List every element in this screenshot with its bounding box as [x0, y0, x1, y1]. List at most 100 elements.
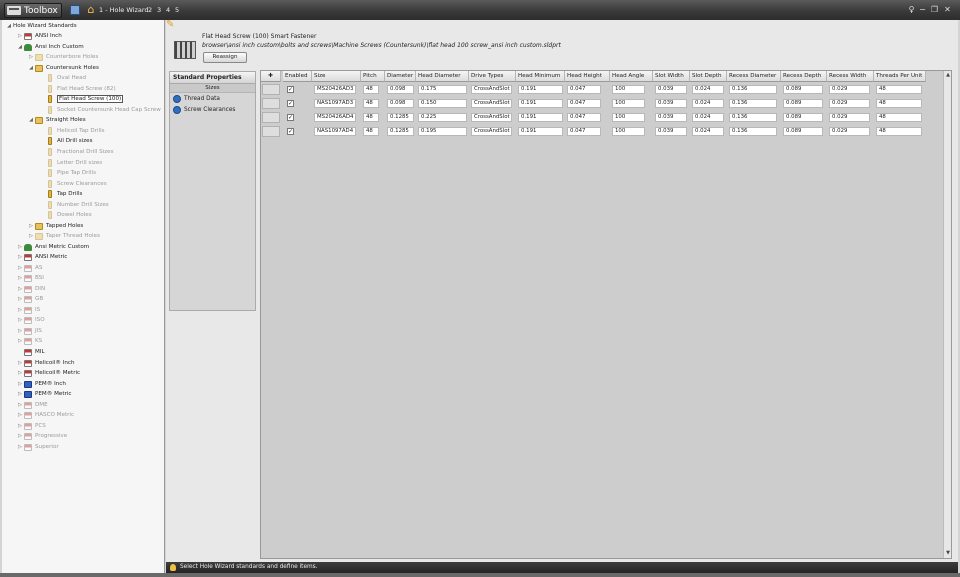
table-cell[interactable]: 100 — [612, 99, 645, 108]
table-cell[interactable]: 0.150 — [418, 99, 467, 108]
row-header[interactable] — [262, 112, 280, 123]
row-header[interactable] — [262, 98, 280, 109]
table-cell[interactable]: 0.191 — [518, 113, 563, 122]
table-cell[interactable]: 0.024 — [692, 113, 724, 122]
table-cell[interactable]: CrossAndSlot — [471, 113, 512, 122]
home-icon[interactable]: ⌂ — [85, 4, 97, 16]
enabled-checkbox[interactable]: ✓ — [287, 114, 294, 121]
collapse-arrow-icon[interactable]: ▷ — [28, 54, 34, 60]
table-cell[interactable]: 0.089 — [783, 113, 823, 122]
tree-item[interactable]: ▷ PEM® Metric — [17, 389, 72, 399]
tree-item[interactable]: Oval Head — [39, 73, 86, 83]
tree-item[interactable]: ◢ Ansi Inch Custom — [17, 42, 84, 52]
pin-icon[interactable]: ♀ — [907, 5, 916, 14]
tree-item[interactable]: ◢ Straight Holes — [28, 115, 86, 125]
table-cell[interactable]: CrossAndSlot — [471, 99, 512, 108]
tree-item[interactable]: ▷ AS — [17, 263, 42, 273]
scroll-down-icon[interactable]: ▼ — [945, 550, 951, 556]
expand-arrow-icon[interactable]: ◢ — [6, 23, 12, 29]
table-cell[interactable]: 0.024 — [692, 127, 724, 136]
vertical-scrollbar[interactable]: ▲ ▼ — [943, 71, 951, 558]
restore-icon[interactable]: ❐ — [930, 5, 939, 14]
save-icon[interactable] — [70, 5, 80, 15]
tree-item[interactable]: ▷ KS — [17, 336, 42, 346]
tree-item[interactable]: ▷ ANSI Inch — [17, 31, 62, 41]
table-cell[interactable]: 0.047 — [567, 99, 601, 108]
collapse-arrow-icon[interactable]: ▷ — [17, 370, 23, 376]
tree-item[interactable]: ▷ ISO — [17, 315, 45, 325]
table-cell[interactable]: 0.136 — [729, 85, 777, 94]
expand-arrow-icon[interactable]: ◢ — [28, 117, 34, 123]
collapse-arrow-icon[interactable]: ▷ — [17, 391, 23, 397]
breadcrumb-5[interactable]: 5 — [175, 6, 179, 14]
collapse-arrow-icon[interactable]: ▷ — [17, 381, 23, 387]
table-cell[interactable]: 0.175 — [418, 85, 467, 94]
table-cell[interactable]: 0.191 — [518, 99, 563, 108]
collapse-arrow-icon[interactable]: ▷ — [17, 275, 23, 281]
collapse-arrow-icon[interactable]: ▷ — [17, 265, 23, 271]
table-cell[interactable]: 0.089 — [783, 99, 823, 108]
collapse-arrow-icon[interactable]: ▷ — [17, 33, 23, 39]
tree-item[interactable]: ▷ ANSI Metric — [17, 252, 67, 262]
table-cell[interactable]: 0.029 — [829, 99, 870, 108]
tree-item[interactable]: ▷ PCS — [17, 421, 46, 431]
collapse-arrow-icon[interactable]: ▷ — [28, 223, 34, 229]
tree-item[interactable]: ▷ IS — [17, 305, 40, 315]
collapse-arrow-icon[interactable]: ▷ — [17, 254, 23, 260]
column-header[interactable]: Drive Types — [469, 71, 516, 82]
table-cell[interactable]: 0.047 — [567, 85, 601, 94]
tree-item[interactable]: ▷ Helicoil® Metric — [17, 368, 80, 378]
enabled-checkbox[interactable]: ✓ — [287, 128, 294, 135]
column-header[interactable]: Head Diameter — [416, 71, 469, 82]
row-header[interactable] — [262, 126, 280, 137]
tree-item[interactable]: Tap Drills — [39, 189, 82, 199]
table-cell[interactable]: 0.1285 — [387, 127, 414, 136]
tab-thread-data[interactable]: Thread Data — [170, 93, 255, 104]
tree-item[interactable]: Flat Head Screw (82) — [39, 84, 116, 94]
table-cell[interactable]: 48 — [363, 85, 379, 94]
table-cell[interactable]: 0.136 — [729, 127, 777, 136]
table-cell[interactable]: 48 — [363, 127, 379, 136]
tree-item[interactable]: ▷ Helicoil® Inch — [17, 358, 75, 368]
column-header[interactable]: Head Height — [565, 71, 610, 82]
tree-item[interactable]: All Drill sizes — [39, 136, 93, 146]
tree-item[interactable]: Helicoil Tap Drills — [39, 126, 105, 136]
table-cell[interactable]: 100 — [612, 127, 645, 136]
tree-item[interactable]: Flat Head Screw (100) — [39, 94, 124, 104]
tree-item[interactable]: ▷ Superior — [17, 442, 59, 452]
table-cell[interactable]: 48 — [876, 113, 922, 122]
tree-item[interactable]: Socket Countersunk Head Cap Screw — [39, 105, 161, 115]
table-cell[interactable]: 0.039 — [655, 113, 687, 122]
table-cell[interactable]: NAS1097AD4 — [314, 127, 356, 136]
table-cell[interactable]: 0.089 — [783, 127, 823, 136]
table-cell[interactable]: 0.039 — [655, 99, 687, 108]
table-cell[interactable]: 0.039 — [655, 85, 687, 94]
reassign-button[interactable]: Reassign — [203, 52, 247, 63]
table-cell[interactable]: 0.191 — [518, 85, 563, 94]
expand-arrow-icon[interactable]: ◢ — [17, 44, 23, 50]
collapse-arrow-icon[interactable]: ▷ — [28, 233, 34, 239]
table-cell[interactable]: 0.136 — [729, 99, 777, 108]
table-cell[interactable]: NAS1097AD3 — [314, 99, 356, 108]
tab-screw-clearances[interactable]: Screw Clearances — [170, 104, 255, 115]
tree-item[interactable]: ▷ JIS — [17, 326, 42, 336]
collapse-arrow-icon[interactable]: ▷ — [17, 338, 23, 344]
table-cell[interactable]: 0.1285 — [387, 113, 414, 122]
tree-item[interactable]: Pipe Tap Drills — [39, 168, 96, 178]
minimize-icon[interactable]: − — [918, 5, 927, 14]
table-cell[interactable]: 0.098 — [387, 85, 414, 94]
breadcrumb-2[interactable]: 2 — [148, 6, 152, 14]
close-icon[interactable]: ✕ — [943, 5, 952, 14]
tree-item[interactable]: ◢ Countersunk Holes — [28, 63, 99, 73]
standards-tree[interactable]: ◢ Hole Wizard Standards ▷ ANSI Inch ◢ Ansi In… — [2, 20, 165, 573]
collapse-arrow-icon[interactable]: ▷ — [17, 307, 23, 313]
column-header[interactable]: Recess Depth — [781, 71, 827, 82]
tree-item[interactable]: Fractional Drill Sizes — [39, 147, 114, 157]
breadcrumb-3[interactable]: 3 — [157, 6, 161, 14]
tree-item[interactable]: ▷ BSI — [17, 273, 44, 283]
collapse-arrow-icon[interactable]: ▷ — [17, 360, 23, 366]
collapse-arrow-icon[interactable]: ▷ — [17, 286, 23, 292]
tree-item[interactable]: Number Drill Sizes — [39, 200, 109, 210]
column-header[interactable]: Threads Per Unit — [874, 71, 926, 82]
collapse-arrow-icon[interactable]: ▷ — [17, 402, 23, 408]
